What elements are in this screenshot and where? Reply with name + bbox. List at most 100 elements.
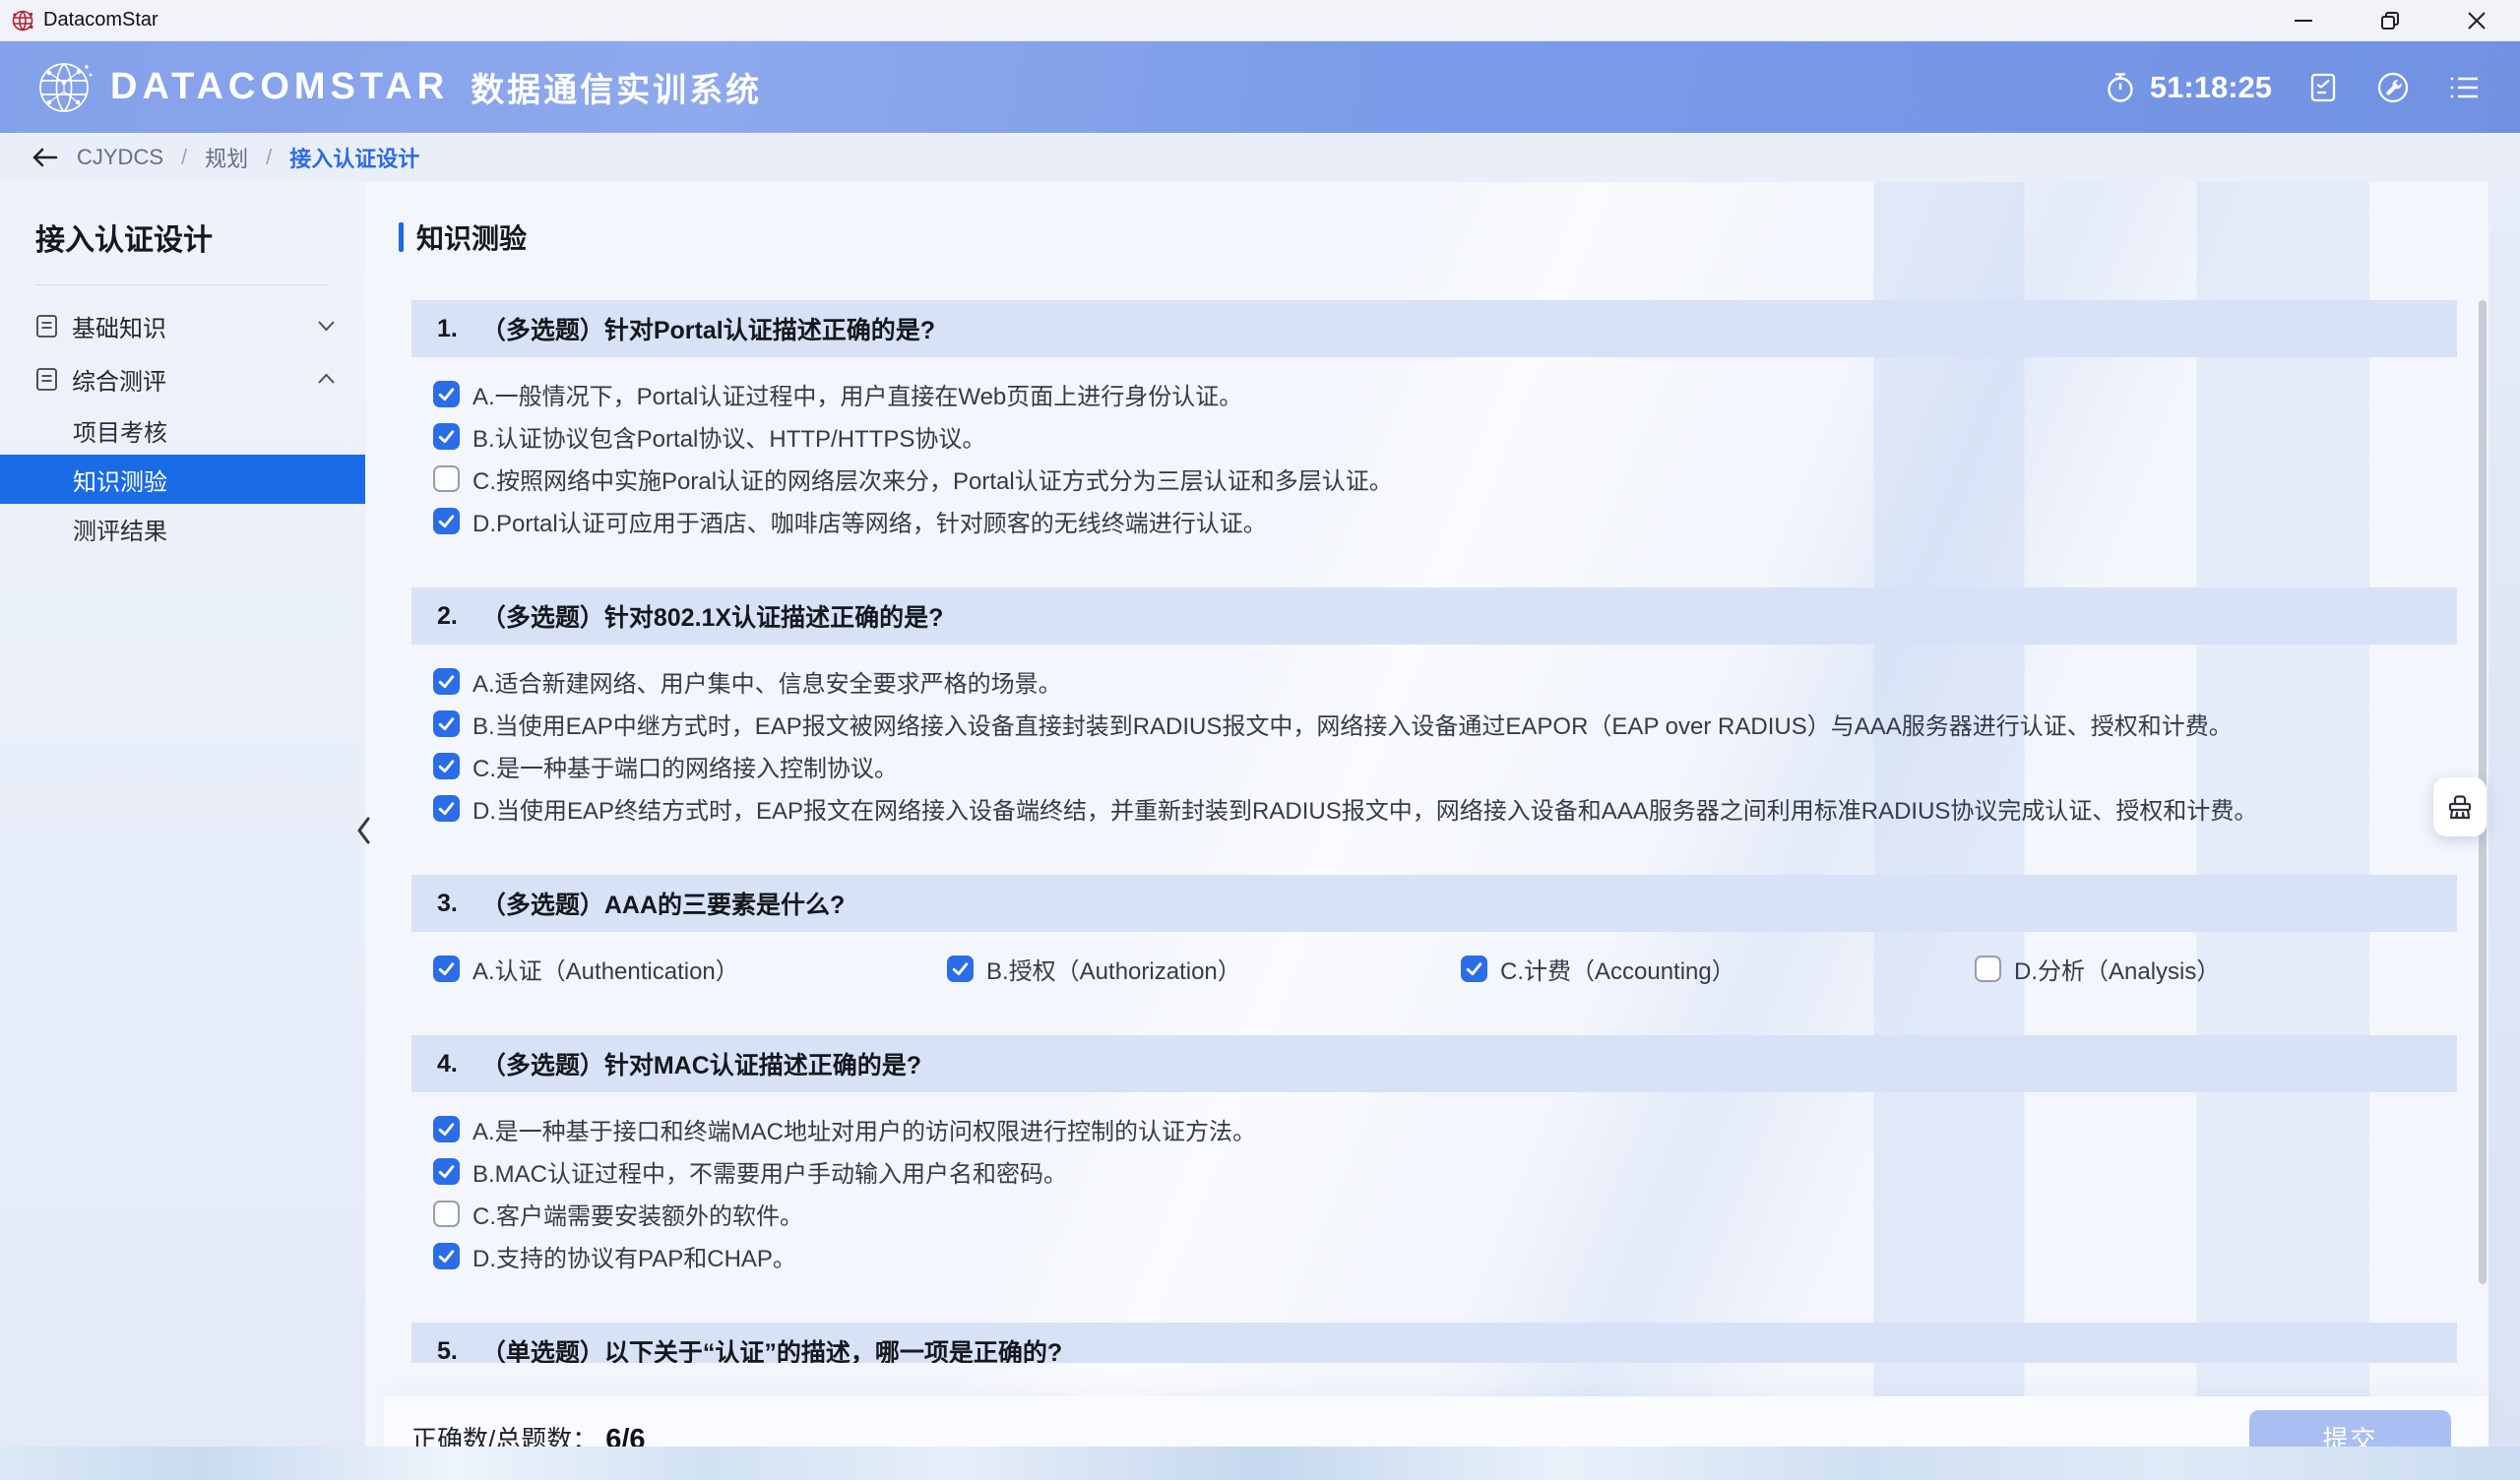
option-row[interactable]: C.按照网络中实施Poral认证的网络层次来分，Portal认证方式分为三层认证… [433, 463, 2457, 493]
window-title: DatacomStar [43, 9, 158, 31]
chevron-left-icon [354, 815, 374, 846]
header-actions: 51:18:25 [2103, 69, 2485, 106]
quiz-scroll-area[interactable]: 1. （多选题）针对Portal认证描述正确的是? A.一般情况下，Portal认证… [384, 266, 2488, 1363]
sidebar-item-project-assessment[interactable]: 项目考核 [0, 405, 365, 455]
back-button[interactable] [30, 145, 59, 170]
checkbox-checked-icon[interactable] [947, 956, 974, 982]
option-row[interactable]: C.是一种基于端口的网络接入控制协议。 [433, 751, 2457, 780]
question-block: 3.（多选题）AAA的三要素是什么?A.认证（Authentication）B.… [384, 875, 2488, 1001]
option-label: D.Portal认证可应用于酒店、咖啡店等网络，针对顾客的无线终端进行认证。 [472, 504, 1267, 538]
question-block: 5.（单选题）以下关于“认证”的描述，哪一项是正确的?A.认证是指确认用户的身份… [384, 1323, 2488, 1363]
document-icon [35, 367, 58, 392]
option-label: D.支持的协议有PAP和CHAP。 [472, 1239, 796, 1273]
question-block: 4.（多选题）针对MAC认证描述正确的是?A.是一种基于接口和终端MAC地址对用… [384, 1035, 2488, 1288]
question-title: （多选题）针对802.1X认证描述正确的是? [481, 598, 944, 634]
option-row[interactable]: D.当使用EAP终结方式时，EAP报文在网络接入设备端终结，并重新封装到RADI… [433, 793, 2457, 823]
checkbox-checked-icon[interactable] [433, 1158, 460, 1185]
options-group: A.是一种基于接口和终端MAC地址对用户的访问权限进行控制的认证方法。 B.MAC… [384, 1092, 2488, 1288]
sidebar-item-assessment-results[interactable]: 测评结果 [0, 504, 365, 553]
session-timer: 51:18:25 [2103, 70, 2272, 105]
clear-tool-button[interactable] [2433, 777, 2487, 836]
section-title: 知识测验 [416, 217, 527, 257]
checkbox-checked-icon[interactable] [433, 423, 460, 450]
checkbox-checked-icon[interactable] [433, 668, 460, 695]
option-row[interactable]: B.当使用EAP中继方式时，EAP报文被网络接入设备直接封装到RADIUS报文中… [433, 709, 2457, 738]
checkbox-checked-icon[interactable] [433, 508, 460, 534]
question-title: （多选题）AAA的三要素是什么? [481, 886, 845, 921]
options-group: A.一般情况下，Portal认证过程中，用户直接在Web页面上进行身份认证。 B.… [384, 357, 2488, 553]
option-label: A.是一种基于接口和终端MAC地址对用户的访问权限进行控制的认证方法。 [472, 1112, 1256, 1146]
sidebar-collapse-handle[interactable] [354, 815, 374, 846]
sidebar-item-basic-knowledge[interactable]: 基础知识 [0, 299, 365, 352]
sidebar-item-label: 综合测评 [72, 362, 166, 397]
checkbox-checked-icon[interactable] [433, 956, 460, 982]
option-row[interactable]: B.认证协议包含Portal协议、HTTP/HTTPS协议。 [433, 421, 2457, 451]
option-row[interactable]: D.支持的协议有PAP和CHAP。 [433, 1241, 2457, 1270]
restore-button[interactable] [2347, 0, 2433, 41]
checkbox-checked-icon[interactable] [433, 381, 460, 407]
options-group: A.认证（Authentication） B.授权（Authorization） C… [384, 932, 2488, 1001]
checkbox-checked-icon[interactable] [433, 795, 460, 822]
option-row[interactable]: D.分析（Analysis） [1975, 954, 2488, 983]
option-label: B.认证协议包含Portal协议、HTTP/HTTPS协议。 [472, 419, 985, 454]
sidebar-item-comprehensive-assessment[interactable]: 综合测评 [0, 352, 365, 405]
checkbox-checked-icon[interactable] [433, 1243, 460, 1269]
menu-button[interactable] [2445, 71, 2485, 104]
option-label: C.客户端需要安装额外的软件。 [472, 1197, 803, 1231]
window-titlebar: DatacomStar [0, 0, 2520, 41]
tools-button[interactable] [2374, 69, 2412, 106]
brand-name: DATACOMSTAR [110, 66, 449, 108]
checkbox-checked-icon[interactable] [433, 1116, 460, 1142]
question-number: 1. [437, 315, 458, 343]
option-row[interactable]: B.MAC认证过程中，不需要用户手动输入用户名和密码。 [433, 1156, 2457, 1186]
sidebar-item-label: 基础知识 [72, 309, 166, 343]
brand: DATACOMSTAR 数据通信实训系统 [35, 59, 762, 116]
option-row[interactable]: C.客户端需要安装额外的软件。 [433, 1199, 2457, 1228]
option-label: A.适合新建网络、用户集中、信息安全要求严格的场景。 [472, 664, 1062, 699]
question-title: （单选题）以下关于“认证”的描述，哪一项是正确的? [481, 1333, 1062, 1363]
option-label: A.一般情况下，Portal认证过程中，用户直接在Web页面上进行身份认证。 [472, 377, 1242, 411]
option-row[interactable]: C.计费（Accounting） [1461, 954, 1975, 983]
sidebar-title: 接入认证设计 [0, 216, 365, 259]
options-group: A.适合新建网络、用户集中、信息安全要求严格的场景。 B.当使用EAP中继方式时，… [384, 645, 2488, 840]
report-button[interactable] [2305, 70, 2341, 105]
question-number: 2. [437, 602, 458, 631]
option-label: C.按照网络中实施Poral认证的网络层次来分，Portal认证方式分为三层认证… [472, 462, 1393, 496]
option-row[interactable]: D.Portal认证可应用于酒店、咖啡店等网络，针对顾客的无线终端进行认证。 [433, 506, 2457, 535]
breadcrumb-separator: / [181, 145, 187, 170]
main-content: 知识测验 1. （多选题）针对Portal认证描述正确的是? A.一般情况下，Por… [365, 182, 2520, 1480]
decorative-bottom-strip [0, 1447, 2520, 1480]
option-label: C.是一种基于端口的网络接入控制协议。 [472, 749, 898, 783]
list-menu-icon [2445, 71, 2485, 104]
wrench-icon [2374, 69, 2412, 106]
checkbox-checked-icon[interactable] [1461, 956, 1487, 982]
brand-logo-icon [35, 59, 93, 116]
brand-subtitle: 数据通信实训系统 [471, 63, 762, 111]
option-label: C.计费（Accounting） [1500, 952, 1735, 986]
option-label: B.授权（Authorization） [986, 952, 1241, 986]
sidebar-divider [35, 284, 330, 285]
question-block: 1. （多选题）针对Portal认证描述正确的是? A.一般情况下，Portal认证… [384, 300, 2488, 553]
question-header: 1. （多选题）针对Portal认证描述正确的是? [411, 300, 2457, 357]
option-row[interactable]: A.适合新建网络、用户集中、信息安全要求严格的场景。 [433, 666, 2457, 696]
checkbox-unchecked-icon[interactable] [433, 465, 460, 492]
checkbox-checked-icon[interactable] [433, 753, 460, 779]
option-row[interactable]: A.认证（Authentication） [433, 954, 947, 983]
question-title: （多选题）针对Portal认证描述正确的是? [481, 311, 935, 346]
breadcrumb-item-project[interactable]: CJYDCS [77, 145, 163, 170]
checkbox-unchecked-icon[interactable] [1975, 956, 2001, 982]
stopwatch-icon [2103, 70, 2138, 105]
option-row[interactable]: A.是一种基于接口和终端MAC地址对用户的访问权限进行控制的认证方法。 [433, 1114, 2457, 1143]
close-button[interactable] [2433, 0, 2520, 41]
section-title-row: 知识测验 [399, 217, 2520, 257]
checkbox-checked-icon[interactable] [433, 710, 460, 737]
checkbox-unchecked-icon[interactable] [433, 1201, 460, 1227]
minimize-button[interactable] [2260, 0, 2347, 41]
option-row[interactable]: A.一般情况下，Portal认证过程中，用户直接在Web页面上进行身份认证。 [433, 379, 2457, 408]
option-row[interactable]: B.授权（Authorization） [947, 954, 1461, 983]
breadcrumb-item-planning[interactable]: 规划 [205, 142, 248, 173]
breadcrumb: CJYDCS / 规划 / 接入认证设计 [0, 133, 2520, 182]
option-label: B.MAC认证过程中，不需要用户手动输入用户名和密码。 [472, 1154, 1067, 1189]
sidebar-item-knowledge-quiz[interactable]: 知识测验 [0, 455, 365, 504]
question-title: （多选题）针对MAC认证描述正确的是? [481, 1046, 921, 1081]
